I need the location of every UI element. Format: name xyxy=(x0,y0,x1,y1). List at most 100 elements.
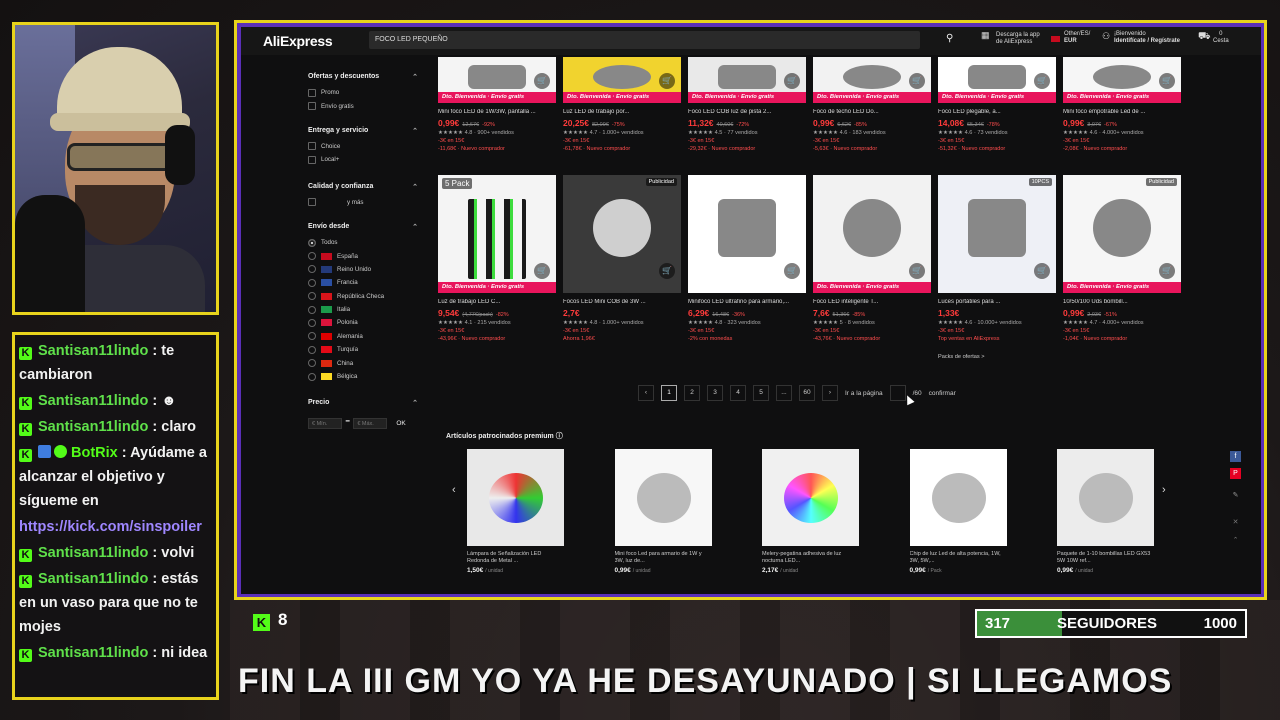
checkbox[interactable] xyxy=(308,142,316,151)
region-selector[interactable]: Other/ES/EUR xyxy=(1064,31,1090,45)
sponsored-image[interactable] xyxy=(909,449,1007,546)
product-image[interactable]: Publicidad Dto. Bienvenida · Envío gratis… xyxy=(1063,175,1181,293)
radio-button[interactable] xyxy=(308,265,316,274)
page-button[interactable]: 5 xyxy=(753,385,769,401)
product-card[interactable]: Publicidad Dto. Bienvenida · Envío gratis… xyxy=(1063,175,1181,342)
radio-button[interactable] xyxy=(308,278,316,287)
sponsored-title[interactable]: Melery-pegatina adhesiva de luz nocturna… xyxy=(762,551,860,565)
app-download-link[interactable]: Descarga la app de AliExpress xyxy=(996,32,1046,46)
sponsored-title[interactable]: Chip de luz Led de alta potencia, 1W, 3W… xyxy=(910,551,1008,565)
chevron-up-icon[interactable]: ⌃ xyxy=(412,223,418,231)
radio-button[interactable] xyxy=(308,292,316,301)
radio-button[interactable] xyxy=(308,359,316,368)
product-image[interactable]: Dto. Bienvenida · Envío gratis 🛒 xyxy=(563,57,681,103)
product-image[interactable]: Dto. Bienvenida · Envío gratis 🛒 xyxy=(813,57,931,103)
page-button[interactable]: 4 xyxy=(730,385,746,401)
product-title[interactable]: Foco LED inteligente T... xyxy=(813,299,931,305)
country-option[interactable]: Alemania xyxy=(308,330,418,343)
chevron-up-icon[interactable]: ⌃ xyxy=(412,399,418,407)
checkbox[interactable] xyxy=(308,198,316,207)
country-option[interactable]: Todos xyxy=(308,236,418,249)
add-to-cart-icon[interactable]: 🛒 xyxy=(909,73,925,89)
page-button[interactable]: ... xyxy=(776,385,792,401)
sponsored-image[interactable] xyxy=(1057,449,1154,546)
filter-option[interactable]: Promo xyxy=(308,86,418,99)
sponsored-title[interactable]: Mini foco Led para armario de 1W y 3W, l… xyxy=(615,551,713,565)
scroll-top-icon[interactable]: ⌃ xyxy=(1230,535,1241,546)
aliexpress-logo[interactable]: AliExpress xyxy=(263,33,333,49)
sponsored-item[interactable]: Paquete de 1-10 bombillas LED GX53 5W 10… xyxy=(1057,449,1155,574)
sponsored-item[interactable]: Lámpara de Señalización LED Redonda de M… xyxy=(467,449,565,574)
product-card[interactable]: Publicidad 🛒 Focos LED Mini COB de 3W ... 2… xyxy=(563,175,681,342)
chat-username[interactable]: BotRix xyxy=(71,445,118,461)
sponsored-title[interactable]: Lámpara de Señalización LED Redonda de M… xyxy=(467,551,565,565)
add-to-cart-icon[interactable]: 🛒 xyxy=(784,263,800,279)
chat-username[interactable]: Santisan11lindo xyxy=(38,419,148,435)
country-option[interactable]: Polonia xyxy=(308,316,418,329)
add-to-cart-icon[interactable]: 🛒 xyxy=(1034,73,1050,89)
page-button[interactable]: 2 xyxy=(684,385,700,401)
add-to-cart-icon[interactable]: 🛒 xyxy=(1159,73,1175,89)
sponsored-item[interactable]: Mini foco Led para armario de 1W y 3W, l… xyxy=(614,449,713,574)
radio-button[interactable] xyxy=(308,252,316,261)
product-card[interactable]: Dto. Bienvenida · Envío gratis 🛒 Mini foco… xyxy=(1063,57,1181,152)
add-to-cart-icon[interactable]: 🛒 xyxy=(659,73,675,89)
facebook-share-icon[interactable]: f xyxy=(1230,451,1241,462)
filter-section-title[interactable]: Ofertas y descuentos ⌃ xyxy=(308,73,418,81)
price-max-input[interactable]: € Máx. xyxy=(353,418,388,430)
product-image[interactable]: Dto. Bienvenida · Envío gratis 🛒 xyxy=(813,175,931,293)
product-image[interactable]: Publicidad 🛒 xyxy=(563,175,681,293)
product-title[interactable]: Mini foco empotrable Led de ... xyxy=(1063,109,1181,115)
product-title[interactable]: Foco de techo LED Do... xyxy=(813,109,931,115)
sponsored-image[interactable] xyxy=(467,449,564,546)
product-card[interactable]: Dto. Bienvenida · Envío gratis 🛒 Foco de t… xyxy=(813,57,931,152)
chat-username[interactable]: Santisan11lindo xyxy=(38,645,148,661)
country-option[interactable]: China xyxy=(308,356,418,369)
add-to-cart-icon[interactable]: 🛒 xyxy=(534,73,550,89)
packs-link[interactable]: Packs de ofertas > xyxy=(938,354,985,360)
product-image[interactable]: 🛒 xyxy=(688,175,806,293)
page-next-button[interactable]: › xyxy=(822,385,838,401)
sponsored-item[interactable]: Melery-pegatina adhesiva de luz nocturna… xyxy=(762,449,860,574)
product-title[interactable]: 10/50/100 Uds bombill... xyxy=(1063,299,1181,305)
add-to-cart-icon[interactable]: 🛒 xyxy=(1159,263,1175,279)
product-title[interactable]: Foco LED COB luz de pista 2... xyxy=(688,109,806,115)
radio-button[interactable] xyxy=(308,345,316,354)
page-prev-button[interactable]: ‹ xyxy=(638,385,654,401)
product-card[interactable]: 🛒 Minifoco LED ultrafino para armario,...… xyxy=(688,175,806,342)
checkbox[interactable] xyxy=(308,155,316,164)
product-title[interactable]: Luz LED de trabajo por... xyxy=(563,109,681,115)
chevron-up-icon[interactable]: ⌃ xyxy=(412,127,418,135)
cart-link[interactable]: 0 Cesta xyxy=(1213,31,1229,45)
radio-button[interactable] xyxy=(308,372,316,381)
product-image[interactable]: Dto. Bienvenida · Envío gratis 🛒 xyxy=(1063,57,1181,103)
radio-button[interactable] xyxy=(308,332,316,341)
checkbox[interactable] xyxy=(308,88,316,97)
radio-button[interactable] xyxy=(308,238,316,247)
product-title[interactable]: Luz de trabajo LED C... xyxy=(438,299,556,305)
add-to-cart-icon[interactable]: 🛒 xyxy=(1034,263,1050,279)
product-card[interactable]: Dto. Bienvenida · Envío gratis 🛒 Mini foco… xyxy=(438,57,556,152)
product-image[interactable]: 5 Pack Dto. Bienvenida · Envío gratis 🛒 xyxy=(438,175,556,293)
product-card[interactable]: Dto. Bienvenida · Envío gratis 🛒 Foco LED … xyxy=(688,57,806,152)
chat-username[interactable]: Santisan11lindo xyxy=(38,343,148,359)
country-option[interactable]: Francia xyxy=(308,276,418,289)
country-option[interactable]: Turquía xyxy=(308,343,418,356)
filter-section-title[interactable]: Entrega y servicio ⌃ xyxy=(308,127,418,135)
radio-button[interactable] xyxy=(308,318,316,327)
confirm-button[interactable]: confirmar xyxy=(929,390,956,397)
sponsored-title[interactable]: Paquete de 1-10 bombillas LED GX53 5W 10… xyxy=(1057,551,1155,565)
add-to-cart-icon[interactable]: 🛒 xyxy=(784,73,800,89)
country-option[interactable]: España xyxy=(308,249,418,262)
edit-icon[interactable]: ✎ xyxy=(1230,490,1241,501)
filter-section-title[interactable]: Calidad y confianza ⌃ xyxy=(308,183,418,191)
page-button[interactable]: 1 xyxy=(661,385,677,401)
info-icon[interactable]: ⓘ xyxy=(556,433,563,440)
radio-button[interactable] xyxy=(308,305,316,314)
price-min-input[interactable]: € Mín. xyxy=(308,418,342,430)
product-image[interactable]: Dto. Bienvenida · Envío gratis 🛒 xyxy=(688,57,806,103)
close-icon[interactable]: ✕ xyxy=(1230,517,1241,528)
product-card[interactable]: Dto. Bienvenida · Envío gratis 🛒 Foco LED … xyxy=(813,175,931,342)
product-title[interactable]: Luces portátiles para ... xyxy=(938,299,1056,305)
filter-option[interactable]: y más xyxy=(308,196,418,209)
